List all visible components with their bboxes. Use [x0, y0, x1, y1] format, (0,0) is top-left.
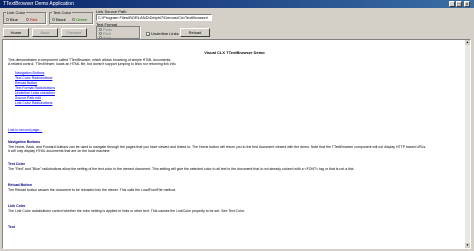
link-color-red-radio[interactable]: Red	[26, 17, 37, 22]
section-body-link-color: The Link Color radiobuttons control whet…	[8, 209, 245, 213]
document-viewer[interactable]: Visual CLX TTextBrowser Demo This demons…	[2, 39, 471, 249]
section-heading-text-color: Text Color	[8, 162, 26, 166]
link-text-format[interactable]: Text Format Radiobuttons	[15, 86, 55, 90]
forward-button[interactable]: Forward	[61, 28, 87, 37]
title-bar: TTextBrowser Demo Application _ □ ×	[0, 0, 474, 8]
checkmark-icon: ✓	[146, 31, 151, 37]
close-button[interactable]: ×	[464, 1, 470, 8]
section-heading-reload: Reload Button	[8, 183, 32, 187]
maximize-button[interactable]: □	[456, 1, 462, 8]
intro-text-2: A related control, TTextViewer, loads an…	[8, 62, 177, 66]
link-navigation-buttons[interactable]: Navigation Buttons	[15, 71, 44, 75]
link-text-color[interactable]: Text Color Radiobuttons	[15, 76, 52, 80]
link-underline-links[interactable]: Underline Links checkbox	[15, 91, 55, 95]
section-body-text-color: The "Red" and "Blue" radiobuttons allow …	[8, 167, 355, 171]
home-button[interactable]: Home	[3, 28, 29, 37]
document-title: Visual CLX TTextBrowser Demo	[204, 50, 265, 55]
link-link-color[interactable]: Link Color Radiobuttons	[15, 101, 52, 105]
link-source-input[interactable]: C:\Program Files\BORLAND\Delphi7\Demos\C…	[96, 14, 212, 21]
radio-indicator-icon	[26, 18, 29, 22]
section-body-navigation-2: It will only display HTML documents that…	[8, 149, 111, 153]
text-color-label: Text Color	[52, 10, 73, 15]
app-window: TTextBrowser Demo Application _ □ × Link…	[0, 0, 474, 251]
section-heading-link-color: Link Color	[8, 204, 26, 208]
scroll-up-icon[interactable]: ▲	[465, 40, 470, 45]
link-color-label: Link Color	[6, 10, 27, 15]
section-body-reload: The Reload button causes the document to…	[8, 188, 177, 192]
link-source-path[interactable]: Source Path edit	[15, 96, 41, 100]
window-title: TTextBrowser Demo Application	[3, 1, 74, 7]
text-color-black-radio[interactable]: Black	[52, 17, 66, 22]
scroll-down-icon[interactable]: ▼	[465, 243, 470, 248]
radio-indicator-icon	[6, 18, 9, 22]
minimize-button[interactable]: _	[449, 1, 455, 8]
vertical-scrollbar[interactable]: ▲ ▼	[465, 40, 470, 248]
section-heading-text: Text	[8, 225, 15, 229]
underline-links-checkbox[interactable]: ✓Underline Links	[146, 31, 179, 36]
link-color-group: Link Color Blue Red	[3, 10, 46, 24]
link-second-page[interactable]: Link to second page...	[8, 128, 42, 132]
radio-indicator-icon	[72, 18, 75, 22]
text-format-group: Plain Rich Auto	[96, 26, 140, 40]
link-color-blue-radio[interactable]: Blue	[6, 17, 18, 22]
section-heading-navigation: Navigation Buttons	[8, 140, 41, 144]
reload-button[interactable]: Reload	[180, 28, 210, 37]
radio-indicator-icon	[52, 18, 55, 22]
text-color-group: Text Color Black Green	[49, 10, 93, 24]
link-reload-button[interactable]: Reload Button	[15, 81, 37, 85]
back-button[interactable]: Back	[32, 28, 58, 37]
text-color-green-radio[interactable]: Green	[72, 17, 87, 22]
